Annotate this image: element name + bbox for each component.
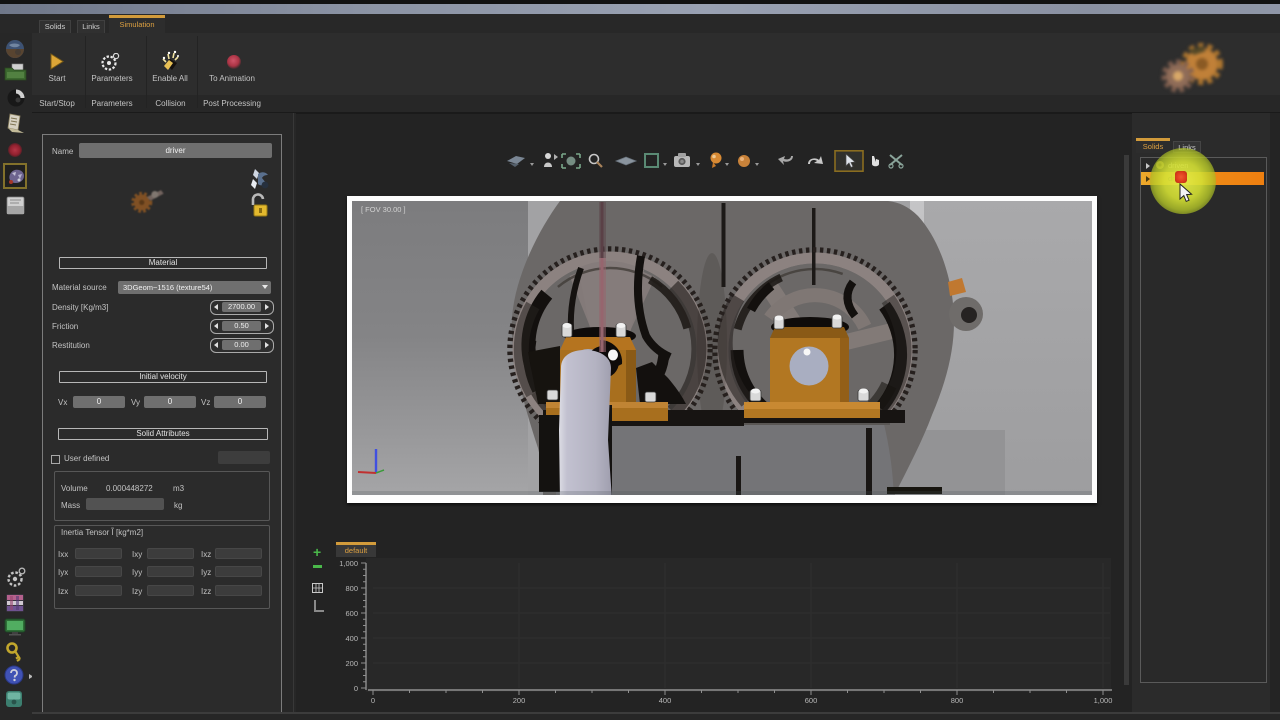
svg-text:600: 600 bbox=[805, 696, 818, 705]
svg-text:0: 0 bbox=[354, 684, 358, 693]
svg-text:800: 800 bbox=[951, 696, 964, 705]
svg-text:800: 800 bbox=[345, 584, 358, 593]
svg-text:600: 600 bbox=[345, 609, 358, 618]
svg-text:200: 200 bbox=[345, 659, 358, 668]
svg-text:0: 0 bbox=[371, 696, 375, 705]
svg-text:1,000: 1,000 bbox=[1094, 696, 1113, 705]
svg-text:1,000: 1,000 bbox=[339, 559, 358, 568]
svg-text:400: 400 bbox=[659, 696, 672, 705]
svg-text:[ FOV 30.00 ]: [ FOV 30.00 ] bbox=[361, 205, 406, 214]
svg-text:400: 400 bbox=[345, 634, 358, 643]
svg-text:200: 200 bbox=[513, 696, 526, 705]
